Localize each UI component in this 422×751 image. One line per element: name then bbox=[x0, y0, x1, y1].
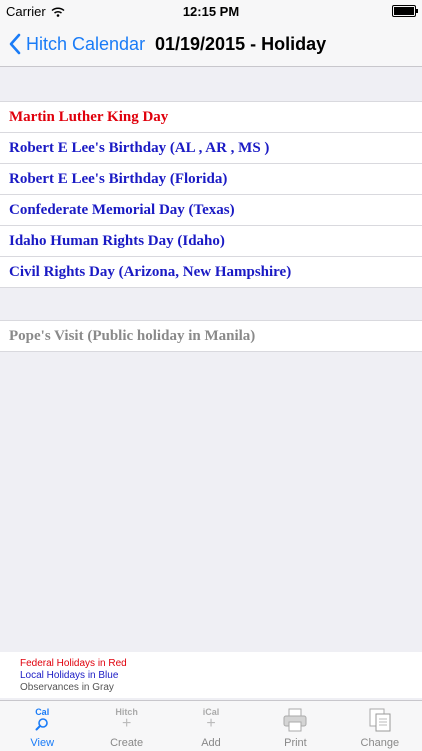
tab-add-label: Add bbox=[201, 737, 221, 749]
tab-print[interactable]: Print bbox=[253, 701, 337, 751]
holiday-row[interactable]: Civil Rights Day (Arizona, New Hampshire… bbox=[0, 257, 422, 288]
status-right bbox=[392, 5, 418, 17]
status-time: 12:15 PM bbox=[182, 4, 240, 19]
page-title: 01/19/2015 - Holiday bbox=[155, 34, 327, 54]
holiday-row[interactable]: Robert E Lee's Birthday (Florida) bbox=[0, 164, 422, 195]
tab-bar: Cal View Hitch + Create iCal + Add Print… bbox=[0, 700, 422, 751]
tab-add[interactable]: iCal + Add bbox=[169, 701, 253, 751]
tab-change-icon bbox=[338, 707, 422, 735]
observance-row[interactable]: Pope's Visit (Public holiday in Manila) bbox=[0, 321, 422, 352]
holiday-row[interactable]: Idaho Human Rights Day (Idaho) bbox=[0, 226, 422, 257]
tab-add-icon: iCal + bbox=[169, 707, 253, 735]
chevron-left-icon bbox=[9, 33, 21, 55]
plus-icon: + bbox=[206, 715, 216, 732]
legend-federal: Federal Holidays in Red bbox=[20, 658, 127, 669]
tab-view-label: View bbox=[30, 737, 55, 749]
tab-view-icon-text: Cal bbox=[35, 707, 50, 717]
navigation-bar: Hitch Calendar 01/19/2015 - Holiday bbox=[0, 22, 422, 67]
observance-list: Pope's Visit (Public holiday in Manila) bbox=[0, 320, 422, 352]
tab-view-icon: Cal bbox=[0, 707, 84, 735]
holiday-row[interactable]: Martin Luther King Day bbox=[0, 102, 422, 133]
tab-print-label: Print bbox=[284, 737, 307, 749]
battery-icon bbox=[392, 5, 418, 17]
tab-create[interactable]: Hitch + Create bbox=[84, 701, 168, 751]
holiday-row[interactable]: Robert E Lee's Birthday (AL , AR , MS ) bbox=[0, 133, 422, 164]
printer-icon bbox=[283, 708, 307, 732]
tab-view[interactable]: Cal View bbox=[0, 701, 84, 751]
tab-print-icon bbox=[253, 707, 337, 735]
legend-local: Local Holidays in Blue bbox=[20, 670, 119, 681]
color-legend: Federal Holidays in Red Local Holidays i… bbox=[0, 652, 422, 698]
legend-observance: Observances in Gray bbox=[20, 682, 114, 693]
tab-change[interactable]: Change bbox=[338, 701, 422, 751]
tab-change-label: Change bbox=[360, 737, 400, 749]
plus-icon: + bbox=[121, 715, 132, 732]
back-button-label: Hitch Calendar bbox=[26, 33, 146, 54]
status-bar: Carrier 12:15 PM bbox=[0, 0, 422, 22]
holiday-row[interactable]: Confederate Memorial Day (Texas) bbox=[0, 195, 422, 226]
holiday-list: Martin Luther King Day Robert E Lee's Bir… bbox=[0, 101, 422, 288]
back-button[interactable]: Hitch Calendar bbox=[8, 30, 145, 58]
magnifier-icon bbox=[35, 718, 49, 731]
copy-pages-icon bbox=[369, 708, 391, 732]
tab-create-icon: Hitch + bbox=[84, 707, 168, 735]
tab-create-label: Create bbox=[110, 737, 144, 749]
